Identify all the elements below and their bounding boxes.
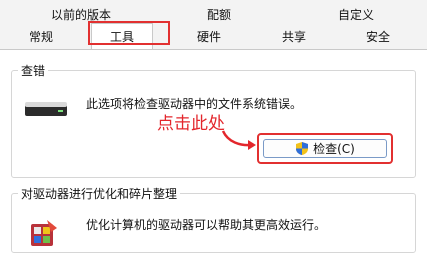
hard-drive-icon bbox=[25, 102, 67, 116]
tab-hardware[interactable]: 硬件 bbox=[197, 28, 221, 45]
tab-security[interactable]: 安全 bbox=[366, 28, 390, 45]
tab-quota[interactable]: 配额 bbox=[207, 6, 231, 23]
optimize-description: 优化计算机的驱动器可以帮助其更高效运行。 bbox=[86, 218, 327, 232]
tab-customize[interactable]: 自定义 bbox=[338, 6, 374, 23]
check-button-face[interactable]: 检查(C) bbox=[263, 139, 387, 158]
annotation-text: 点击此处 bbox=[157, 114, 225, 134]
uac-shield-icon bbox=[296, 142, 309, 155]
optimize-title: 对驱动器进行优化和碎片整理 bbox=[18, 185, 181, 202]
check-button-label: 检查(C) bbox=[313, 142, 355, 156]
tab-sharing[interactable]: 共享 bbox=[282, 28, 306, 45]
tab-strip: 以前的版本 配额 自定义 常规 工具 硬件 共享 安全 bbox=[0, 0, 427, 50]
check-button[interactable]: 检查(C) bbox=[257, 133, 393, 164]
curved-arrow-icon bbox=[221, 130, 256, 150]
tab-tools-highlight bbox=[88, 21, 170, 45]
defrag-icon bbox=[31, 220, 57, 246]
tab-divider bbox=[0, 49, 427, 50]
error-check-title: 查错 bbox=[18, 62, 49, 79]
tab-general[interactable]: 常规 bbox=[29, 28, 53, 45]
